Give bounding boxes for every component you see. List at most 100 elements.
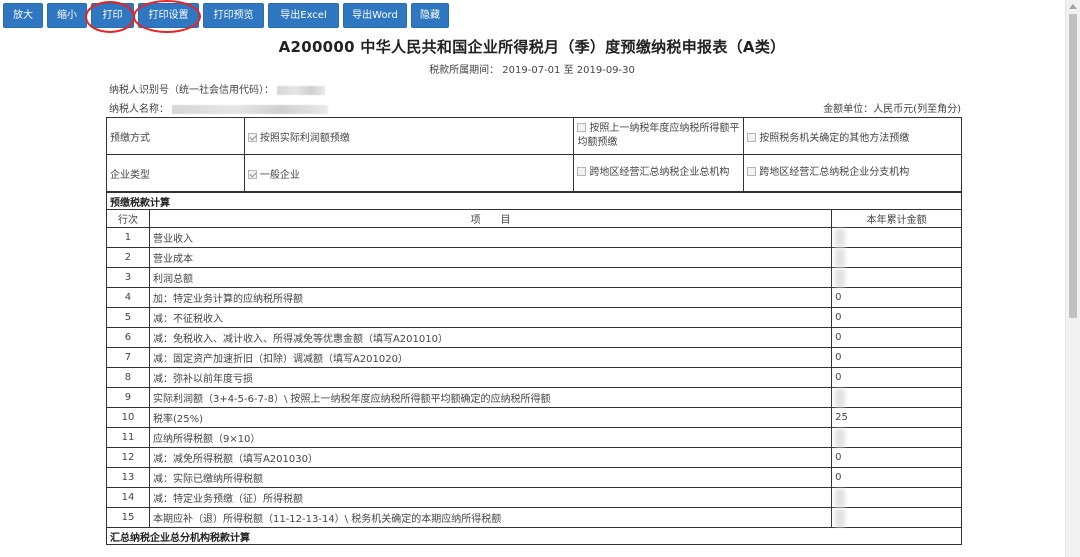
prepay-info-table: 预缴方式 按照实际利润额预缴 按照上一纳税年度应纳税所得额平均额预缴 按照税务机…	[106, 117, 962, 192]
option-label: 跨地区经营汇总纳税企业总机构	[589, 167, 730, 178]
taxpayer-name-row: 纳税人名称：	[109, 100, 329, 115]
section-header-row: 预缴税款计算	[106, 192, 962, 210]
row-item: 本期应补（退）所得税额（11-12-13-14）\ 税务机关确定的本期应纳所得税…	[148, 507, 833, 528]
row-item: 减：实际已缴纳所得税额	[148, 467, 833, 488]
form-title: A200000 中华人民共和国企业所得税月（季）度预缴纳税申报表（A类）	[278, 38, 786, 56]
checkbox-icon[interactable]	[747, 167, 757, 176]
row-number: 7	[106, 347, 150, 368]
row-number: 2	[106, 247, 150, 268]
row-amount[interactable]	[831, 507, 962, 528]
row-item: 税率(25%)	[148, 407, 833, 428]
row-number: 4	[106, 287, 150, 308]
table-row: 4 加：特定业务计算的应纳税所得额 0	[106, 287, 962, 308]
row-item: 减：减免所得税额（填写A201030）	[148, 447, 833, 468]
table-row: 1 营业收入	[106, 227, 962, 248]
row-amount[interactable]	[831, 387, 962, 408]
redacted-amount	[835, 428, 846, 447]
option-label: 按照税务机关确定的其他方法预缴	[759, 132, 910, 144]
row-item: 减：弥补以前年度亏损	[148, 367, 833, 388]
redacted-amount	[835, 268, 846, 287]
table-row: 3 利润总额	[106, 267, 962, 288]
row-amount[interactable]: 0	[831, 307, 962, 328]
zoom-in-button[interactable]: 放大	[3, 3, 43, 28]
row-number: 12	[106, 447, 150, 468]
col-header-row-number: 行次	[106, 209, 150, 228]
checkbox-icon[interactable]	[577, 167, 587, 176]
row-amount[interactable]: 0	[831, 367, 962, 388]
row-amount[interactable]	[831, 487, 962, 508]
column-header-row: 行次 项 目 本年累计金额	[106, 209, 962, 228]
scroll-up-arrow-icon[interactable]	[1069, 4, 1077, 9]
print-settings-button[interactable]: 打印设置	[138, 3, 199, 28]
table-row: 15 本期应补（退）所得税额（11-12-13-14）\ 税务机关确定的本期应纳所…	[106, 507, 962, 528]
checkbox-checked-icon[interactable]	[247, 169, 257, 179]
table-row: 10 税率(25%) 25	[106, 407, 962, 428]
table-row: 5 减：不征税收入 0	[106, 307, 962, 328]
checkbox-checked-icon[interactable]	[247, 132, 257, 142]
print-button[interactable]: 打印	[91, 3, 134, 28]
redacted-amount	[835, 488, 846, 507]
tax-period: 税款所属期间： 2019-07-01 至 2019-09-30	[429, 65, 635, 76]
amount-unit: 金额单位：人民币元(列至角分)	[823, 104, 961, 115]
row-item: 利润总额	[148, 267, 833, 288]
enterprise-type-option-3[interactable]: 跨地区经营汇总纳税企业分支机构	[743, 154, 962, 192]
section-title: 汇总纳税企业总分机构税款计算	[106, 527, 962, 545]
row-number: 9	[106, 387, 150, 408]
prepay-method-option-1[interactable]: 按照实际利润额预缴	[243, 117, 575, 155]
row-amount[interactable]: 0	[831, 287, 962, 308]
row-item: 应纳所得税额（9×10）	[148, 427, 833, 448]
table-row: 9 实际利润额（3+4-5-6-7-8）\ 按照上一纳税年度应纳税所得额平均额确定…	[106, 387, 962, 408]
row-amount[interactable]	[831, 427, 962, 448]
row-item: 加：特定业务计算的应纳税所得额	[148, 287, 833, 308]
row-item: 减：免税收入、减计收入、所得减免等优惠金额（填写A201010）	[148, 327, 833, 348]
export-excel-button[interactable]: 导出Excel	[268, 3, 339, 28]
checkbox-icon[interactable]	[577, 123, 587, 132]
table-row: 11 应纳所得税额（9×10）	[106, 427, 962, 448]
table-row: 8 减：弥补以前年度亏损 0	[106, 367, 962, 388]
row-amount[interactable]: 0	[831, 327, 962, 348]
prepay-method-option-3[interactable]: 按照税务机关确定的其他方法预缴	[743, 117, 962, 155]
prepay-method-option-2[interactable]: 按照上一纳税年度应纳税所得额平均额预缴	[573, 117, 745, 155]
scrollbar-thumb[interactable]	[1069, 14, 1077, 318]
vertical-scrollbar[interactable]	[1065, 0, 1080, 557]
checkbox-icon[interactable]	[747, 132, 757, 142]
hide-button[interactable]: 隐藏	[411, 3, 449, 28]
prepay-calculation-table: 预缴税款计算 行次 项 目 本年累计金额 1 营业收入 2 营业成本 3 利润总额 4 加：特…	[106, 192, 962, 545]
row-number: 14	[106, 487, 150, 508]
row-item: 减：特定业务预缴（征）所得税额	[148, 487, 833, 508]
enterprise-type-option-1[interactable]: 一般企业	[243, 154, 575, 192]
row-amount[interactable]: 0	[831, 467, 962, 488]
row-number: 10	[106, 407, 150, 428]
col-header-amount: 本年累计金额	[831, 209, 962, 228]
table-row: 7 减：固定资产加速折旧（扣除）调减额（填写A201020） 0	[106, 347, 962, 368]
row-number: 6	[106, 327, 150, 348]
table-row: 12 减：减免所得税额（填写A201030） 0	[106, 447, 962, 468]
row-amount[interactable]: 0	[831, 447, 962, 468]
table-row: 13 减：实际已缴纳所得税额 0	[106, 467, 962, 488]
row-amount[interactable]	[831, 267, 962, 288]
row-amount[interactable]: 0	[831, 347, 962, 368]
row-item: 营业收入	[148, 227, 833, 248]
row-amount[interactable]	[831, 227, 962, 248]
print-preview-button[interactable]: 打印预览	[203, 3, 264, 28]
export-word-button[interactable]: 导出Word	[343, 3, 407, 28]
row-item: 减：固定资产加速折旧（扣除）调减额（填写A201020）	[148, 347, 833, 368]
section-title: 预缴税款计算	[106, 192, 962, 210]
zoom-out-button[interactable]: 缩小	[47, 3, 87, 28]
col-header-item: 项 目	[148, 209, 833, 228]
option-label: 跨地区经营汇总纳税企业分支机构	[759, 167, 910, 178]
redacted-taxpayer-id	[277, 85, 326, 95]
enterprise-type-label: 企业类型	[106, 154, 245, 192]
prepay-method-row: 预缴方式 按照实际利润额预缴 按照上一纳税年度应纳税所得额平均额预缴 按照税务机…	[106, 117, 962, 155]
redacted-taxpayer-name	[172, 104, 329, 114]
row-amount[interactable]: 25	[831, 407, 962, 428]
table-row: 14 减：特定业务预缴（征）所得税额	[106, 487, 962, 508]
row-number: 13	[106, 467, 150, 488]
enterprise-type-row: 企业类型 一般企业 跨地区经营汇总纳税企业总机构 跨地区经营汇总纳税企业分支机构	[106, 154, 962, 192]
row-number: 11	[106, 427, 150, 448]
table-row: 2 营业成本	[106, 247, 962, 268]
redacted-amount	[835, 508, 846, 527]
option-label: 按照上一纳税年度应纳税所得额平均额预缴	[577, 123, 740, 148]
enterprise-type-option-2[interactable]: 跨地区经营汇总纳税企业总机构	[573, 154, 745, 192]
row-amount[interactable]	[831, 247, 962, 268]
